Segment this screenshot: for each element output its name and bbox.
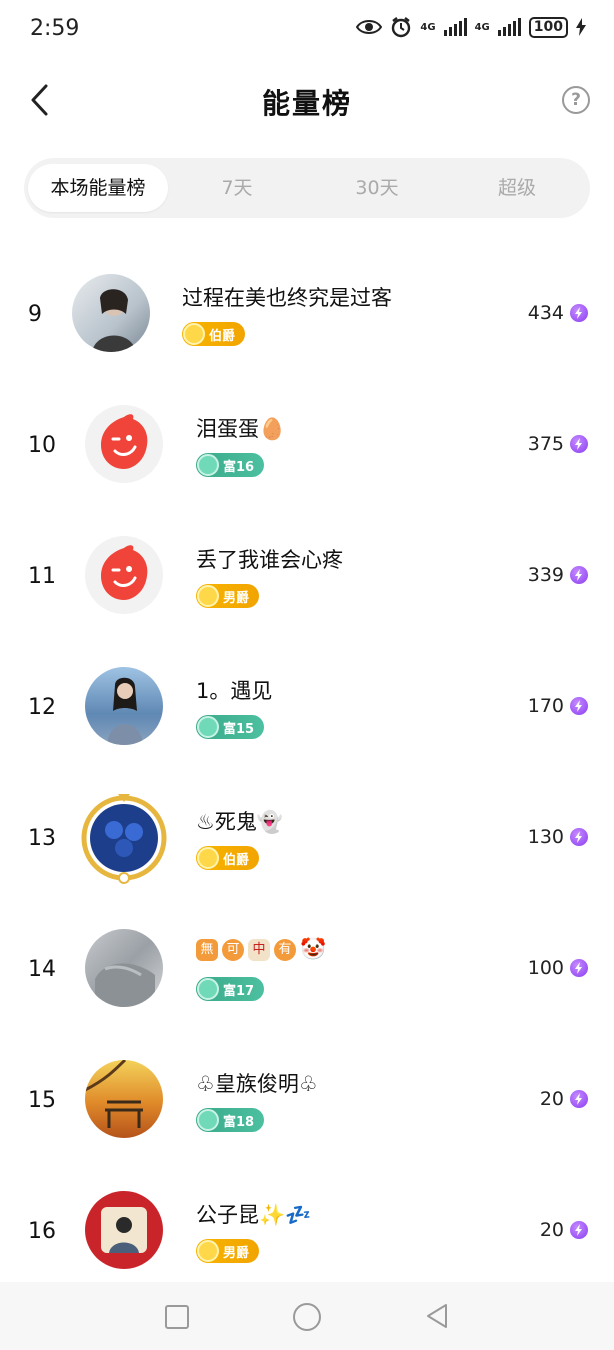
avatar[interactable]: [85, 405, 163, 483]
recents-button[interactable]: [165, 1305, 189, 1329]
back-nav-button[interactable]: [424, 1302, 450, 1330]
network-4g-label: 4G: [420, 21, 436, 33]
list-item[interactable]: 15 ♧皇族俊明♧ 富18 20: [0, 1040, 614, 1160]
avatar[interactable]: [85, 1191, 163, 1269]
triangle-icon: [197, 716, 219, 738]
sparkle-zzz-icon: ✨💤: [259, 1203, 312, 1227]
alarm-icon: [392, 17, 411, 38]
triangle-icon: [197, 1109, 219, 1131]
ghost-icon: 👻: [256, 810, 283, 834]
lightning-icon: [570, 959, 588, 977]
lightning-icon: [570, 1221, 588, 1239]
home-button[interactable]: [293, 1303, 321, 1331]
rank-number: 16: [28, 1219, 56, 1244]
list-item[interactable]: 16 公子昆✨💤 男爵 20: [0, 1171, 614, 1291]
rank-badge: 伯爵: [196, 846, 260, 870]
avatar[interactable]: [85, 536, 163, 614]
tab-7-days[interactable]: 7天: [167, 164, 307, 212]
rank-number: 9: [28, 302, 42, 327]
energy-score: 130: [528, 826, 588, 848]
user-name: ♧皇族俊明♧: [196, 1072, 318, 1096]
list-item[interactable]: 14 無可中有 🤡 富17 100: [0, 909, 614, 1029]
avatar[interactable]: [85, 929, 163, 1007]
help-icon[interactable]: ?: [562, 86, 590, 114]
status-time: 2:59: [30, 16, 80, 41]
signal-icon: [443, 18, 467, 36]
period-tabs: 本场能量榜 7天 30天 超级: [24, 158, 590, 218]
diamond-icon: [197, 585, 219, 607]
tab-super[interactable]: 超级: [447, 164, 587, 212]
tab-current-session[interactable]: 本场能量榜: [28, 164, 168, 212]
energy-score: 100: [528, 957, 588, 979]
rank-badge: 男爵: [196, 1239, 260, 1263]
user-name: ♨死鬼👻: [196, 810, 283, 834]
rank-number: 13: [28, 826, 56, 851]
rank-badge: 男爵: [196, 584, 260, 608]
header: 能量榜 ?: [0, 62, 614, 142]
lightning-icon: [570, 1090, 588, 1108]
diamond-icon: [197, 1240, 219, 1262]
triangle-icon: [197, 454, 219, 476]
rank-number: 11: [28, 564, 56, 589]
list-item[interactable]: 12 1。遇见 富15 170: [0, 647, 614, 767]
energy-score: 375: [528, 433, 588, 455]
energy-score: 339: [528, 564, 588, 586]
energy-score: 170: [528, 695, 588, 717]
user-name: 过程在美也终究是过客: [182, 286, 392, 310]
user-name: 公子昆✨💤: [196, 1203, 312, 1227]
list-item[interactable]: 11 丢了我谁会心疼 男爵 339: [0, 516, 614, 636]
egg-icon: 🥚: [259, 417, 286, 441]
diamond-icon: [197, 847, 219, 869]
energy-score: 20: [540, 1088, 588, 1110]
list-item[interactable]: 9 过程在美也终究是过客 伯爵 434: [0, 254, 614, 374]
network-4g-label-2: 4G: [474, 21, 490, 33]
status-bar: 2:59 4G 4G 100: [0, 0, 614, 62]
status-icons: 4G 4G 100: [356, 16, 586, 38]
rank-number: 15: [28, 1088, 56, 1113]
lightning-icon: [570, 697, 588, 715]
user-name: 丢了我谁会心疼: [196, 548, 343, 572]
rank-badge: 伯爵: [182, 322, 246, 346]
wealth-badge: 富16: [196, 453, 265, 477]
system-nav-bar: [0, 1282, 614, 1350]
lightning-icon: [570, 435, 588, 453]
battery-icon: 100: [528, 16, 568, 38]
wealth-badge: 富15: [196, 715, 265, 739]
signal-icon-2: [497, 18, 521, 36]
avatar[interactable]: [72, 274, 150, 352]
wealth-badge: 富18: [196, 1108, 265, 1132]
diamond-icon: [183, 323, 205, 345]
avatar-frame[interactable]: [80, 790, 168, 886]
charging-icon: [576, 18, 586, 36]
user-name: 泪蛋蛋🥚: [196, 417, 286, 441]
energy-score: 20: [540, 1219, 588, 1241]
user-name: 無可中有 🤡: [196, 937, 326, 962]
list-item[interactable]: 10 泪蛋蛋🥚 富16 375: [0, 385, 614, 505]
rank-number: 10: [28, 433, 56, 458]
rank-number: 14: [28, 957, 56, 982]
triangle-icon: [197, 978, 219, 1000]
clown-icon: 🤡: [300, 937, 327, 961]
lightning-icon: [570, 828, 588, 846]
eye-icon: [356, 20, 383, 34]
rank-number: 12: [28, 695, 56, 720]
energy-score: 434: [528, 302, 588, 324]
list-item[interactable]: 13 ♨死鬼👻 伯爵 130: [0, 778, 614, 898]
wealth-badge: 富17: [196, 977, 265, 1001]
page-title: 能量榜: [261, 87, 352, 120]
avatar[interactable]: [85, 1060, 163, 1138]
lightning-icon: [570, 304, 588, 322]
tab-30-days[interactable]: 30天: [307, 164, 447, 212]
lightning-icon: [570, 566, 588, 584]
user-name: 1。遇见: [196, 679, 273, 703]
avatar[interactable]: [85, 667, 163, 745]
